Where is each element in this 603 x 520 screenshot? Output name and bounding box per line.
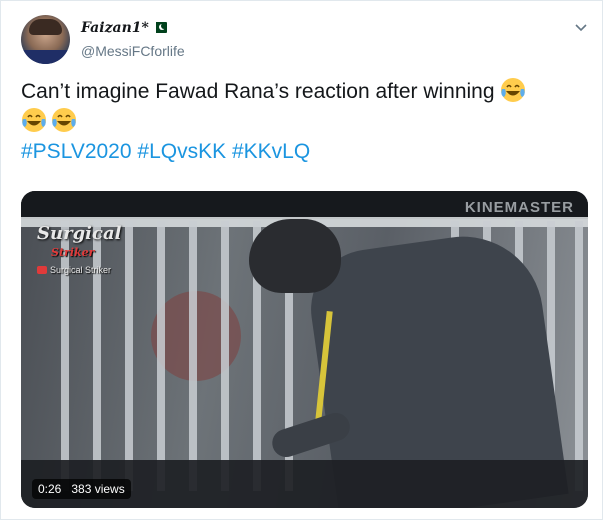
hashtag-link[interactable]: #LQvsKK — [137, 140, 226, 163]
video-duration: 0:26 — [38, 482, 62, 496]
railing-bar — [221, 221, 229, 491]
railing-bar — [575, 221, 583, 491]
video-person-head — [249, 219, 341, 293]
video-stats-badge: 0:26 383 views — [32, 479, 131, 499]
user-handle[interactable]: @MessiFCforlife — [81, 43, 185, 59]
video-view-count: 383 views — [71, 482, 125, 496]
avatar-shirt — [21, 50, 70, 64]
railing-bar — [189, 221, 197, 491]
tweet-text-body: Can’t imagine Fawad Rana’s reaction afte… — [21, 80, 495, 103]
video-player[interactable]: Surgical Striker Surgical Striker KINEMA… — [21, 191, 588, 508]
tweet-card: Faizan1* @MessiFCforlife Can’t imagine F… — [0, 0, 603, 520]
editor-watermark: KINEMASTER — [464, 199, 574, 216]
avatar-hair — [29, 19, 62, 35]
face-with-tears-of-joy-icon — [22, 108, 46, 132]
avatar[interactable] — [21, 15, 70, 64]
hashtag-list: #PSLV2020 #LQvsKK #KKvLQ — [21, 140, 310, 164]
video-watermark-subtitle: Striker — [51, 246, 95, 259]
face-with-tears-of-joy-icon — [501, 78, 526, 102]
hashtag-link[interactable]: #PSLV2020 — [21, 140, 132, 163]
face-with-tears-of-joy-icon — [52, 108, 76, 132]
railing-bar — [125, 221, 133, 491]
video-watermark-title: Surgical — [37, 223, 122, 244]
railing-bar — [61, 221, 69, 491]
railing-bar — [157, 221, 165, 491]
youtube-icon — [37, 266, 47, 274]
tweet-text: Can’t imagine Fawad Rana’s reaction afte… — [21, 77, 586, 137]
pakistan-flag-icon — [152, 22, 167, 33]
display-name[interactable]: Faizan1* — [81, 20, 149, 36]
video-watermark-channel-label: Surgical Striker — [50, 265, 112, 275]
hashtag-link[interactable]: #KKvLQ — [232, 140, 310, 163]
video-watermark-channel: Surgical Striker — [37, 265, 111, 275]
chevron-down-icon[interactable] — [574, 23, 588, 33]
railing-bar — [93, 221, 101, 491]
